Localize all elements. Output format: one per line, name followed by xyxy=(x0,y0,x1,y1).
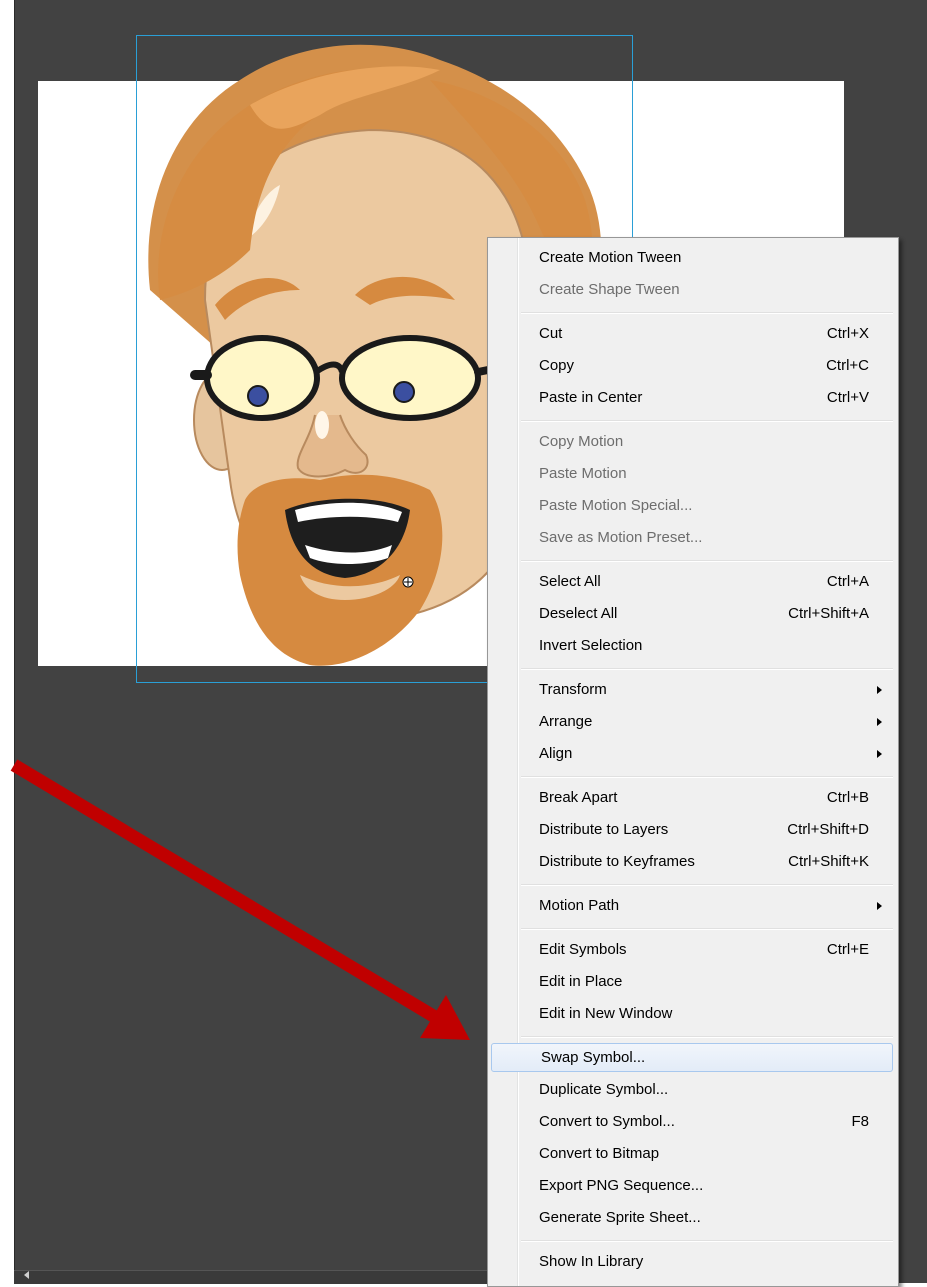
menu-item-distribute-to-layers[interactable]: Distribute to Layers Ctrl+Shift+D xyxy=(490,816,896,844)
menu-item-copy[interactable]: Copy Ctrl+C xyxy=(490,352,896,380)
submenu-arrow-icon xyxy=(877,686,882,694)
menu-item-label: Convert to Symbol... xyxy=(539,1113,675,1130)
menu-item-copy-motion[interactable]: Copy Motion xyxy=(490,428,896,456)
submenu-arrow-icon xyxy=(877,902,882,910)
menu-item-save-as-motion-preset[interactable]: Save as Motion Preset... xyxy=(490,524,896,552)
menu-item-label: Edit in Place xyxy=(539,973,623,990)
menu-item-label: Motion Path xyxy=(539,897,620,914)
menu-item-label: Duplicate Symbol... xyxy=(539,1081,669,1098)
menu-item-label: Paste in Center xyxy=(539,389,643,406)
menu-item-motion-path[interactable]: Motion Path xyxy=(490,892,896,920)
menu-item-shortcut: F8 xyxy=(851,1113,869,1130)
menu-item-shortcut: Ctrl+V xyxy=(826,389,869,406)
menu-item-edit-symbols[interactable]: Edit Symbols Ctrl+E xyxy=(490,936,896,964)
menu-item-duplicate-symbol[interactable]: Duplicate Symbol... xyxy=(490,1076,896,1104)
menu-separator xyxy=(521,312,893,314)
menu-item-distribute-to-keyframes[interactable]: Distribute to Keyframes Ctrl+Shift+K xyxy=(490,848,896,876)
menu-item-create-shape-tween[interactable]: Create Shape Tween xyxy=(490,276,896,304)
menu-separator xyxy=(521,668,893,670)
menu-item-shortcut: Ctrl+C xyxy=(826,357,869,374)
menu-item-label: Create Motion Tween xyxy=(539,249,682,266)
menu-separator xyxy=(521,884,893,886)
menu-item-label: Convert to Bitmap xyxy=(539,1145,660,1162)
menu-separator xyxy=(521,420,893,422)
menu-item-swap-symbol[interactable]: Swap Symbol... xyxy=(491,1043,893,1072)
menu-item-label: Edit Symbols xyxy=(539,941,627,958)
menu-item-label: Edit in New Window xyxy=(539,1005,673,1022)
menu-item-create-motion-tween[interactable]: Create Motion Tween xyxy=(490,244,896,272)
menu-separator xyxy=(521,560,893,562)
submenu-arrow-icon xyxy=(877,750,882,758)
menu-item-label: Paste Motion Special... xyxy=(539,497,693,514)
menu-item-label: Distribute to Keyframes xyxy=(539,853,695,870)
menu-item-shortcut: Ctrl+Shift+D xyxy=(787,821,869,838)
menu-item-label: Copy xyxy=(539,357,575,374)
menu-item-shortcut: Ctrl+Shift+K xyxy=(788,853,869,870)
menu-item-paste-motion-special[interactable]: Paste Motion Special... xyxy=(490,492,896,520)
menu-item-shortcut: Ctrl+Shift+A xyxy=(788,605,869,622)
menu-item-convert-to-bitmap[interactable]: Convert to Bitmap xyxy=(490,1140,896,1168)
menu-item-export-png-sequence[interactable]: Export PNG Sequence... xyxy=(490,1172,896,1200)
menu-item-break-apart[interactable]: Break Apart Ctrl+B xyxy=(490,784,896,812)
menu-item-label: Deselect All xyxy=(539,605,618,622)
menu-item-label: Select All xyxy=(539,573,601,590)
menu-item-invert-selection[interactable]: Invert Selection xyxy=(490,632,896,660)
menu-item-deselect-all[interactable]: Deselect All Ctrl+Shift+A xyxy=(490,600,896,628)
menu-item-label: Swap Symbol... xyxy=(541,1049,646,1066)
menu-item-paste-motion[interactable]: Paste Motion xyxy=(490,460,896,488)
menu-item-label: Export PNG Sequence... xyxy=(539,1177,704,1194)
menu-item-label: Transform xyxy=(539,681,607,698)
menu-item-cut[interactable]: Cut Ctrl+X xyxy=(490,320,896,348)
menu-item-select-all[interactable]: Select All Ctrl+A xyxy=(490,568,896,596)
menu-item-label: Distribute to Layers xyxy=(539,821,669,838)
menu-separator xyxy=(521,928,893,930)
menu-item-show-in-library[interactable]: Show In Library xyxy=(490,1248,896,1276)
menu-item-label: Align xyxy=(539,745,573,762)
menu-item-label: Copy Motion xyxy=(539,433,624,450)
red-arrow-shaft xyxy=(10,759,444,1026)
scroll-left-arrow-icon[interactable] xyxy=(24,1271,29,1279)
context-menu: Create Motion Tween Create Shape Tween C… xyxy=(487,237,899,1287)
horizontal-scrollbar[interactable] xyxy=(14,1270,487,1284)
menu-separator xyxy=(521,1240,893,1242)
menu-item-shortcut: Ctrl+A xyxy=(826,573,869,590)
menu-item-convert-to-symbol[interactable]: Convert to Symbol... F8 xyxy=(490,1108,896,1136)
menu-item-transform[interactable]: Transform xyxy=(490,676,896,704)
menu-item-label: Invert Selection xyxy=(539,637,643,654)
menu-item-shortcut: Ctrl+E xyxy=(826,941,869,958)
menu-item-label: Cut xyxy=(539,325,563,342)
menu-item-shortcut: Ctrl+B xyxy=(826,789,869,806)
menu-item-arrange[interactable]: Arrange xyxy=(490,708,896,736)
menu-item-label: Create Shape Tween xyxy=(539,281,680,298)
menu-item-shortcut: Ctrl+X xyxy=(826,325,869,342)
menu-item-paste-in-center[interactable]: Paste in Center Ctrl+V xyxy=(490,384,896,412)
menu-item-label: Generate Sprite Sheet... xyxy=(539,1209,701,1226)
menu-item-label: Paste Motion xyxy=(539,465,627,482)
menu-item-align[interactable]: Align xyxy=(490,740,896,768)
menu-item-label: Arrange xyxy=(539,713,593,730)
menu-item-generate-sprite-sheet[interactable]: Generate Sprite Sheet... xyxy=(490,1204,896,1232)
menu-item-label: Break Apart xyxy=(539,789,618,806)
menu-item-edit-in-new-window[interactable]: Edit in New Window xyxy=(490,1000,896,1028)
menu-item-label: Show In Library xyxy=(539,1253,644,1270)
menu-item-label: Save as Motion Preset... xyxy=(539,529,703,546)
submenu-arrow-icon xyxy=(877,718,882,726)
menu-item-edit-in-place[interactable]: Edit in Place xyxy=(490,968,896,996)
menu-separator xyxy=(521,776,893,778)
menu-separator xyxy=(521,1036,893,1038)
